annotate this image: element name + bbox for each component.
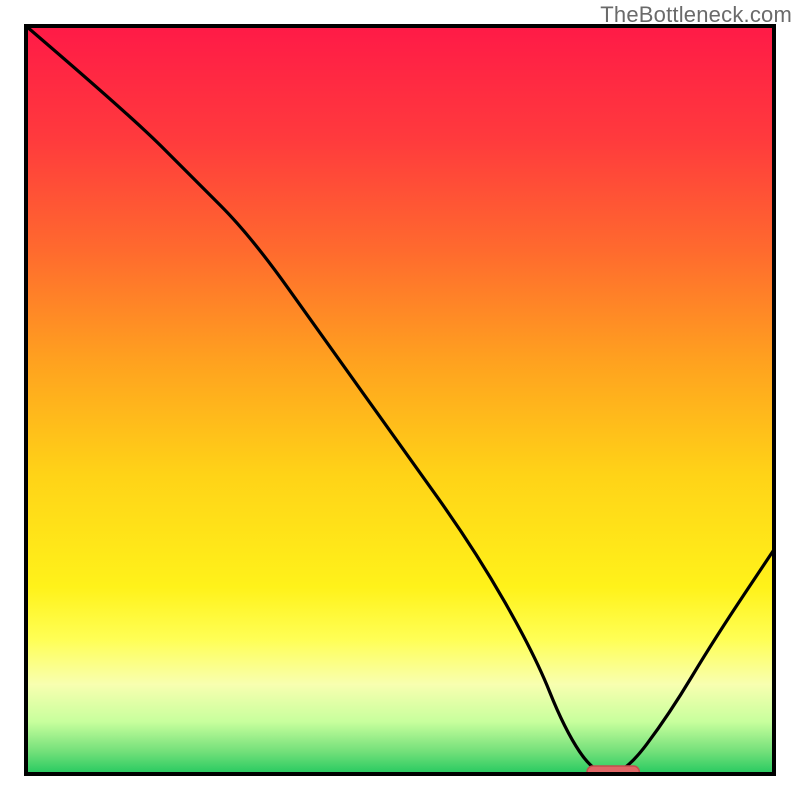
chart-svg: [0, 0, 800, 800]
chart-stage: TheBottleneck.com: [0, 0, 800, 800]
gradient-background: [26, 26, 774, 774]
plot-area: [26, 26, 774, 778]
watermark-text: TheBottleneck.com: [600, 2, 792, 28]
